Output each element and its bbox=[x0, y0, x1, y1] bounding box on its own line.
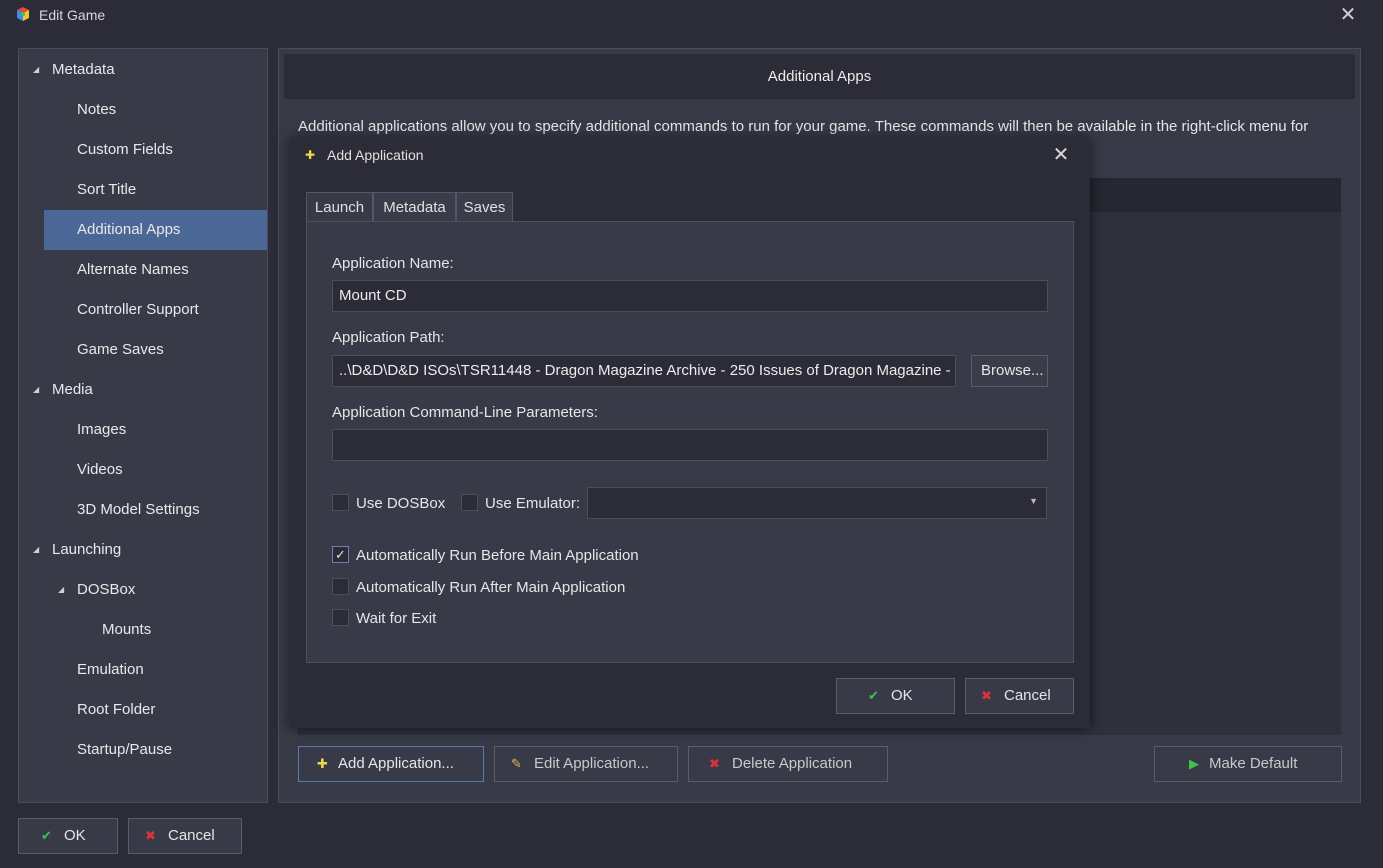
auto-run-after-label[interactable]: Automatically Run After Main Application bbox=[356, 579, 625, 596]
application-path-input[interactable]: ..\D&D\D&D ISOs\TSR11448 - Dragon Magazi… bbox=[332, 355, 956, 387]
button-label: Edit Application... bbox=[534, 755, 650, 772]
sidebar-item-label: 3D Model Settings bbox=[77, 501, 200, 518]
section-header: Additional Apps bbox=[284, 54, 1355, 99]
sidebar-item-launching[interactable]: ◢ Launching bbox=[19, 530, 267, 570]
add-application-button[interactable]: ✚ Add Application... bbox=[298, 746, 484, 782]
sidebar-item-label: Additional Apps bbox=[77, 221, 181, 238]
application-name-input[interactable]: Mount CD bbox=[332, 280, 1048, 312]
sidebar-item-emulation[interactable]: Emulation bbox=[19, 650, 267, 690]
wait-for-exit-label[interactable]: Wait for Exit bbox=[356, 610, 436, 627]
ok-button[interactable]: ✔ OK bbox=[18, 818, 118, 854]
make-default-button[interactable]: ▶ Make Default bbox=[1154, 746, 1342, 782]
browse-button[interactable]: Browse... bbox=[971, 355, 1048, 387]
sidebar-item-label: Notes bbox=[77, 101, 117, 118]
title-bar bbox=[0, 0, 1383, 32]
checkmark-icon: ✔ bbox=[41, 828, 52, 843]
application-path-label: Application Path: bbox=[332, 329, 445, 346]
sidebar-item-label: Sort Title bbox=[77, 181, 137, 198]
sidebar-item-label: Videos bbox=[77, 461, 123, 478]
expand-triangle-icon[interactable]: ◢ bbox=[58, 570, 64, 610]
button-label: Cancel bbox=[1004, 687, 1051, 704]
dialog-title: Add Application bbox=[327, 147, 424, 163]
dialog-ok-button[interactable]: ✔ OK bbox=[836, 678, 955, 714]
pencil-icon: ✎ bbox=[511, 756, 522, 771]
sidebar-item-label: Alternate Names bbox=[77, 261, 189, 278]
button-label: Cancel bbox=[168, 827, 215, 844]
sidebar-item-media[interactable]: ◢ Media bbox=[19, 370, 267, 410]
auto-run-before-checkbox[interactable]: ✓ bbox=[332, 546, 349, 563]
add-icon: ✚ bbox=[305, 148, 316, 162]
delete-application-button[interactable]: ✖ Delete Application bbox=[688, 746, 888, 782]
use-emulator-label[interactable]: Use Emulator: bbox=[485, 495, 580, 512]
auto-run-before-label[interactable]: Automatically Run Before Main Applicatio… bbox=[356, 547, 639, 564]
checkmark-icon: ✔ bbox=[868, 688, 879, 703]
expand-triangle-icon[interactable]: ◢ bbox=[33, 530, 39, 570]
button-label: OK bbox=[891, 687, 913, 704]
edit-application-button[interactable]: ✎ Edit Application... bbox=[494, 746, 678, 782]
launchbox-app-icon bbox=[15, 6, 31, 22]
command-line-parameters-input[interactable] bbox=[332, 429, 1048, 461]
sidebar-item-label: Custom Fields bbox=[77, 141, 173, 158]
sidebar-item-label: Media bbox=[52, 381, 93, 398]
chevron-down-icon: ▼ bbox=[1029, 496, 1038, 506]
sidebar-item-additional-apps[interactable]: Additional Apps bbox=[44, 210, 267, 250]
sidebar-item-label: Metadata bbox=[52, 61, 115, 78]
application-name-label: Application Name: bbox=[332, 255, 454, 272]
add-icon: ✚ bbox=[317, 756, 328, 771]
sidebar-item-label: Emulation bbox=[77, 661, 144, 678]
sidebar-item-custom-fields[interactable]: Custom Fields bbox=[19, 130, 267, 170]
dialog-close-icon[interactable]: ✕ bbox=[1049, 143, 1073, 167]
wait-for-exit-checkbox[interactable] bbox=[332, 609, 349, 626]
sidebar-item-label: DOSBox bbox=[77, 581, 136, 598]
sidebar-item-sort-title[interactable]: Sort Title bbox=[19, 170, 267, 210]
play-icon: ▶ bbox=[1189, 756, 1199, 771]
sidebar-tree: ◢ Metadata Notes Custom Fields Sort Titl… bbox=[18, 48, 268, 803]
sidebar-item-controller-support[interactable]: Controller Support bbox=[19, 290, 267, 330]
sidebar-item-label: Controller Support bbox=[77, 301, 199, 318]
command-line-parameters-label: Application Command-Line Parameters: bbox=[332, 404, 598, 421]
window-title: Edit Game bbox=[39, 7, 106, 23]
tab-saves[interactable]: Saves bbox=[456, 192, 513, 222]
button-label: Browse... bbox=[981, 362, 1044, 379]
section-description: Additional applications allow you to spe… bbox=[298, 118, 1309, 135]
sidebar-item-3d-model-settings[interactable]: 3D Model Settings bbox=[19, 490, 267, 530]
expand-triangle-icon[interactable]: ◢ bbox=[33, 50, 39, 90]
cancel-button[interactable]: ✖ Cancel bbox=[128, 818, 242, 854]
button-label: OK bbox=[64, 827, 86, 844]
sidebar-item-images[interactable]: Images bbox=[19, 410, 267, 450]
sidebar-item-alternate-names[interactable]: Alternate Names bbox=[19, 250, 267, 290]
sidebar-item-label: Startup/Pause bbox=[77, 741, 173, 758]
button-label: Delete Application bbox=[732, 755, 853, 772]
sidebar-item-label: Root Folder bbox=[77, 701, 156, 718]
sidebar-item-label: Images bbox=[77, 421, 127, 438]
sidebar-item-label: Launching bbox=[52, 541, 122, 558]
auto-run-after-checkbox[interactable] bbox=[332, 578, 349, 595]
sidebar-item-mounts[interactable]: Mounts bbox=[19, 610, 267, 650]
sidebar-item-dosbox[interactable]: ◢ DOSBox bbox=[19, 570, 267, 610]
sidebar-item-label: Mounts bbox=[102, 621, 152, 638]
button-label: Add Application... bbox=[338, 755, 454, 772]
cancel-icon: ✖ bbox=[981, 688, 992, 703]
sidebar-item-label: Game Saves bbox=[77, 341, 164, 358]
sidebar-item-metadata[interactable]: ◢ Metadata bbox=[19, 50, 267, 90]
use-emulator-checkbox[interactable] bbox=[461, 494, 478, 511]
emulator-select[interactable]: ▼ bbox=[587, 487, 1047, 519]
sidebar-item-videos[interactable]: Videos bbox=[19, 450, 267, 490]
expand-triangle-icon[interactable]: ◢ bbox=[33, 370, 39, 410]
sidebar-item-game-saves[interactable]: Game Saves bbox=[19, 330, 267, 370]
sidebar-item-notes[interactable]: Notes bbox=[19, 90, 267, 130]
cancel-icon: ✖ bbox=[145, 828, 156, 843]
sidebar-item-startup-pause[interactable]: Startup/Pause bbox=[19, 730, 267, 770]
delete-icon: ✖ bbox=[709, 756, 720, 771]
tab-launch[interactable]: Launch bbox=[306, 192, 373, 223]
tab-metadata[interactable]: Metadata bbox=[373, 192, 456, 222]
button-label: Make Default bbox=[1209, 755, 1298, 772]
use-dosbox-checkbox[interactable] bbox=[332, 494, 349, 511]
dialog-cancel-button[interactable]: ✖ Cancel bbox=[965, 678, 1074, 714]
window-close-icon[interactable]: ✕ bbox=[1336, 3, 1360, 27]
use-dosbox-label[interactable]: Use DOSBox bbox=[356, 495, 445, 512]
sidebar-item-root-folder[interactable]: Root Folder bbox=[19, 690, 267, 730]
